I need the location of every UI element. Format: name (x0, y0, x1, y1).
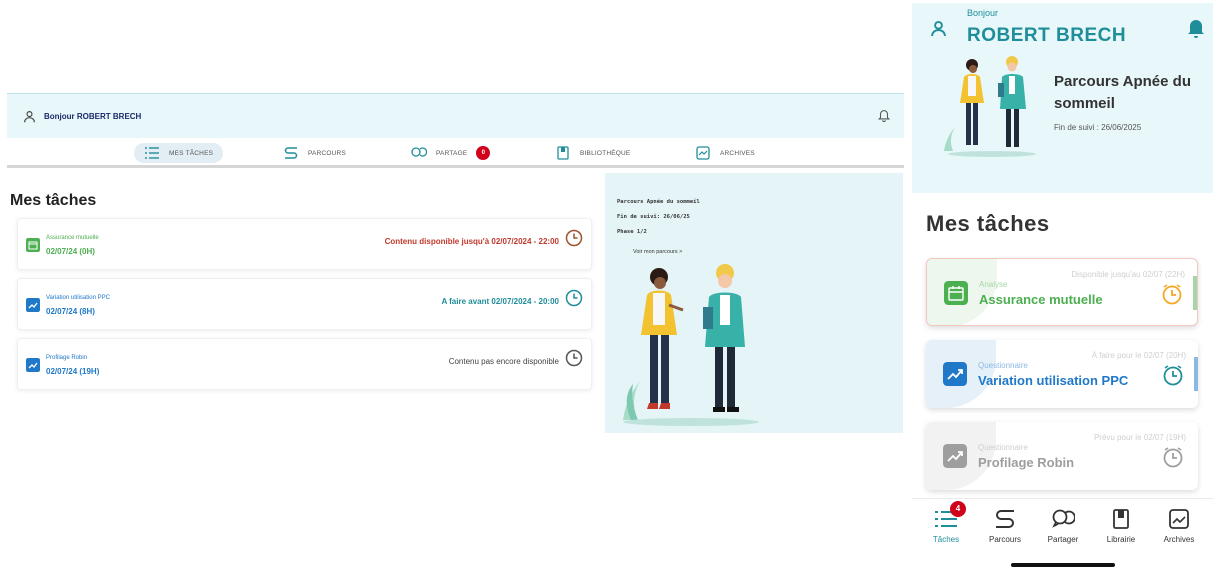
tab-parcours[interactable]: Parcours (979, 508, 1031, 544)
task-name: Variation utilisation PPC (978, 373, 1129, 388)
chat-bubbles-icon (1052, 509, 1075, 528)
mobile-user-name: ROBERT BRECH (967, 25, 1127, 46)
nav-bibliotheque[interactable]: BIBLIOTHÈQUE (555, 143, 630, 163)
tab-label: Parcours (988, 535, 1021, 544)
trend-chart-icon (943, 362, 967, 386)
nav-label: ARCHIVES (720, 149, 755, 157)
user-icon[interactable] (930, 20, 947, 37)
trend-chart-icon (26, 358, 40, 372)
route-icon (996, 510, 1014, 528)
partage-badge: 0 (476, 146, 491, 160)
nav-label: PARCOURS (308, 149, 346, 157)
nav-label: BIBLIOTHÈQUE (580, 149, 631, 157)
task-status: A faire avant 02/07/2024 - 20:00 (441, 297, 559, 306)
nav-label: PARTAGE (436, 149, 468, 157)
tab-label: Archives (1163, 535, 1195, 544)
journey-panel: Parcours Apnée du sommeil Fin de suivi: … (605, 173, 903, 433)
nav-partage[interactable]: PARTAGE 0 (411, 143, 491, 163)
task-category: Questionnaire (978, 361, 1028, 370)
home-indicator (1011, 563, 1115, 567)
user-icon (24, 111, 35, 123)
book-icon (557, 146, 569, 160)
status-bar (1193, 276, 1197, 310)
tasks-badge: 4 (950, 501, 966, 517)
task-name: Profilage Robin (978, 455, 1075, 470)
tab-librairie[interactable]: Librairie (1095, 508, 1147, 544)
list-icon (145, 147, 159, 159)
archive-icon (696, 146, 710, 160)
status-bar (1194, 357, 1198, 391)
clock-icon (565, 289, 583, 307)
trend-chart-icon (26, 298, 40, 312)
task-date: 02/07/24 (19H) (46, 367, 100, 376)
desktop-user-greeting[interactable]: Bonjour ROBERT BRECH (23, 110, 141, 123)
book-icon (1113, 509, 1129, 529)
alarm-clock-icon (1162, 284, 1182, 305)
mobile-task-profilage[interactable]: Questionnaire Profilage Robin Prévu pour… (926, 422, 1198, 490)
tab-taches[interactable]: Tâches 4 (920, 501, 972, 544)
task-due: À faire pour le 02/07 (20H) (1091, 351, 1186, 360)
bell-icon[interactable] (877, 108, 891, 122)
alarm-clock-icon (1163, 365, 1183, 386)
tab-label: Partager (1047, 535, 1079, 544)
task-status: Contenu disponible jusqu'à 02/07/2024 - … (384, 237, 559, 246)
desktop-nav: MES TÂCHES PARCOURS PARTAGE 0 BIBLIOTHÈQ… (7, 138, 904, 168)
calendar-icon (26, 238, 40, 252)
task-category: Assurance mutuelle (46, 235, 99, 241)
route-icon (284, 147, 298, 159)
desktop-header: Bonjour ROBERT BRECH (7, 93, 904, 138)
task-category: Questionnaire (978, 443, 1028, 452)
mobile-header: Bonjour ROBERT BRECH Parcours Apnée du s… (912, 3, 1213, 193)
tab-archives[interactable]: Archives (1153, 508, 1205, 544)
mobile-page-title: Mes tâches (926, 211, 1050, 236)
task-card-ppc[interactable]: Variation utilisation PPC 02/07/24 (8H) … (17, 278, 592, 330)
nav-label: MES TÂCHES (169, 149, 214, 157)
journey-title: Parcours Apnée du sommeil (617, 199, 700, 205)
task-category: Analyse (979, 280, 1008, 289)
nav-parcours[interactable]: PARCOURS (283, 143, 346, 163)
archive-icon (1169, 509, 1189, 529)
people-illustration (944, 56, 1036, 157)
desktop-view: Bonjour ROBERT BRECH MES TÂCHES PARCOURS… (7, 93, 904, 435)
mobile-journey-title[interactable]: Parcours Apnée du sommeil (1054, 71, 1213, 115)
task-date: 02/07/24 (0H) (46, 247, 95, 256)
task-date: 02/07/24 (8H) (46, 307, 95, 316)
mobile-tab-bar: Tâches 4 Parcours Partager Librairie Arc… (912, 498, 1213, 554)
task-due: Disponible jusqu'au 02/07 (22H) (1071, 270, 1185, 279)
task-category: Profilage Robin (46, 355, 88, 361)
mobile-hello: Bonjour (967, 8, 999, 18)
mobile-view: Bonjour ROBERT BRECH Parcours Apnée du s… (912, 3, 1213, 569)
task-category: Variation utilisation PPC (46, 295, 110, 301)
mobile-task-ppc[interactable]: Questionnaire Variation utilisation PPC … (926, 340, 1198, 408)
trend-chart-icon (943, 444, 967, 468)
mobile-task-assurance[interactable]: Analyse Assurance mutuelle Disponible ju… (926, 258, 1198, 326)
nav-archives[interactable]: ARCHIVES (695, 143, 755, 163)
mobile-journey-end-date: Fin de suivi : 26/06/2025 (1054, 123, 1142, 132)
tab-label: Tâches (932, 535, 960, 544)
task-due: Prévu pour le 02/07 (19H) (1093, 433, 1186, 442)
journey-phase: Phase 1/2 (617, 229, 647, 235)
chat-bubbles-icon (411, 147, 427, 157)
task-status: Contenu pas encore disponible (448, 357, 559, 366)
clock-icon (565, 349, 583, 367)
desktop-greeting-text: Bonjour ROBERT BRECH (44, 112, 142, 121)
tab-label: Librairie (1106, 535, 1136, 544)
calendar-icon (944, 281, 968, 305)
task-name: Assurance mutuelle (979, 292, 1103, 307)
people-illustration (623, 264, 759, 426)
page-title: Mes tâches (10, 192, 97, 209)
journey-end-date: Fin de suivi: 26/06/25 (617, 214, 690, 220)
task-card-profilage[interactable]: Profilage Robin 02/07/24 (19H) Contenu p… (17, 338, 592, 390)
bell-icon[interactable] (1186, 17, 1206, 39)
clock-icon (565, 229, 583, 247)
tab-partager[interactable]: Partager (1037, 508, 1089, 544)
task-card-assurance[interactable]: Assurance mutuelle 02/07/24 (0H) Contenu… (17, 218, 592, 270)
alarm-clock-icon (1163, 447, 1183, 468)
nav-mes-taches[interactable]: MES TÂCHES (134, 143, 224, 163)
